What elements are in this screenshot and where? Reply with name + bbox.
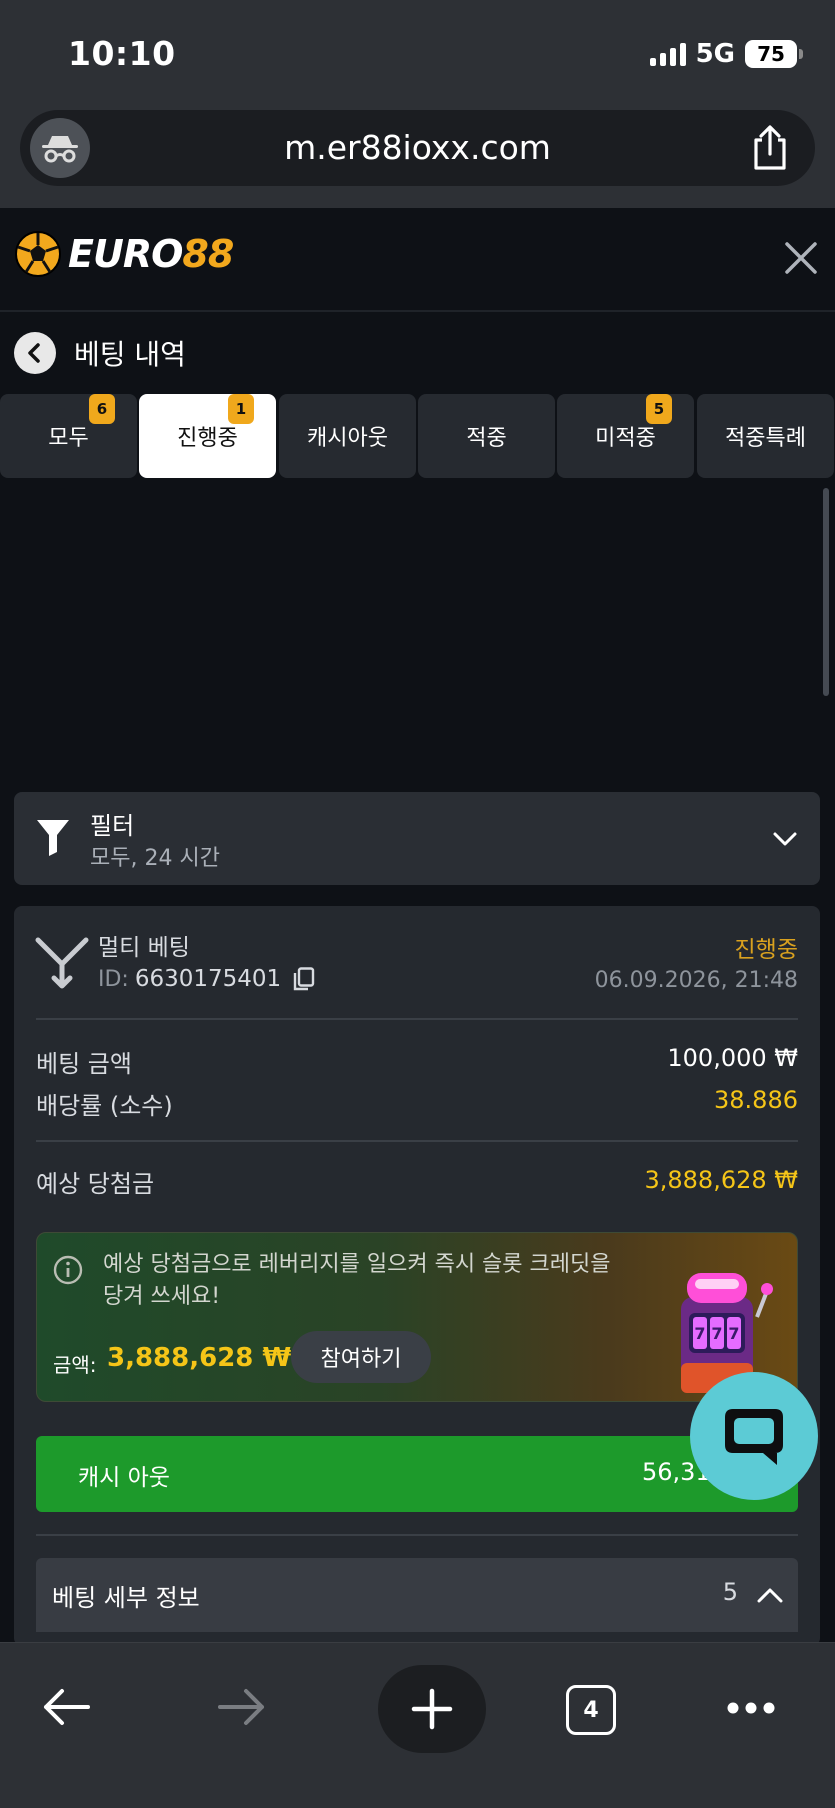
divider	[36, 1534, 798, 1536]
stake-label: 베팅 금액	[36, 1050, 132, 1078]
filter-value: 모두, 24 시간	[90, 846, 220, 871]
funnel-icon	[37, 820, 69, 856]
close-icon[interactable]	[781, 238, 821, 278]
arrow-left-icon[interactable]	[40, 1685, 92, 1729]
tab-count: 4	[583, 1697, 599, 1723]
chat-bubble-icon	[725, 1409, 783, 1465]
chevron-up-icon	[757, 1588, 783, 1603]
bet-id-label: ID:	[98, 966, 129, 992]
tab-in-progress[interactable]: 진행중 1	[139, 394, 276, 478]
battery-level: 75	[757, 42, 785, 66]
cashout-label: 캐시 아웃	[78, 1465, 170, 1491]
bet-id-row: ID: 6630175401	[98, 966, 315, 992]
battery-icon: 75	[745, 40, 803, 68]
bet-card: 멀티 베팅 ID: 6630175401 진행중 06.09.2026, 21:…	[14, 906, 820, 1646]
live-chat-button[interactable]	[690, 1372, 818, 1500]
more-icon[interactable]	[726, 1701, 776, 1715]
cashout-button[interactable]: 캐시 아웃 56,31	[36, 1436, 798, 1512]
tab-label: 캐시아웃	[307, 426, 388, 451]
bet-details-toggle[interactable]: 베팅 세부 정보 5	[36, 1558, 798, 1632]
status-indicators: 5G 75	[649, 38, 803, 70]
back-button[interactable]	[14, 332, 56, 374]
tab-label: 모두	[48, 426, 89, 451]
url-text[interactable]: m.er88ioxx.com	[20, 128, 815, 167]
euro88-logo[interactable]: EURO88	[14, 230, 234, 278]
tab-label: 미적중	[595, 426, 656, 451]
payout-label: 예상 당첨금	[36, 1170, 155, 1198]
filter-title: 필터	[90, 812, 135, 840]
tab-cashout[interactable]: 캐시아웃	[279, 394, 416, 478]
tab-lost[interactable]: 미적중 5	[557, 394, 694, 478]
copy-icon[interactable]	[293, 967, 315, 991]
bet-status-tabs: 모두 6 진행중 1 캐시아웃 적중 미적중 5 적중특례	[0, 394, 835, 480]
divider	[36, 1140, 798, 1142]
chevron-down-icon	[773, 832, 797, 846]
tab-label: 진행중	[177, 426, 238, 451]
details-title: 베팅 세부 정보	[52, 1584, 200, 1612]
join-button[interactable]: 참여하기	[291, 1331, 431, 1383]
page-title: 베팅 내역	[74, 338, 186, 371]
slot-credit-promo: 예상 당첨금으로 레버리지를 일으켜 즉시 슬롯 크레딧을 당겨 쓰세요! 금액…	[36, 1232, 798, 1402]
network-type: 5G	[695, 39, 735, 69]
tab-count-badge: 6	[89, 394, 115, 424]
filter-dropdown[interactable]: 필터 모두, 24 시간	[14, 792, 820, 885]
new-tab-button[interactable]	[378, 1665, 486, 1753]
tab-won[interactable]: 적중	[418, 394, 555, 478]
odds-value: 38.886	[714, 1086, 798, 1114]
arrow-right-icon[interactable]	[216, 1685, 268, 1729]
tab-label: 적중	[466, 426, 507, 451]
bet-type: 멀티 베팅	[98, 935, 190, 961]
svg-text:7: 7	[728, 1324, 739, 1343]
chevron-left-icon	[28, 343, 40, 363]
bet-datetime: 06.09.2026, 21:48	[594, 968, 798, 993]
payout-value: 3,888,628 ₩	[644, 1166, 798, 1194]
status-time: 10:10	[68, 34, 176, 73]
promo-amount-label: 금액:	[53, 1353, 97, 1377]
tab-all[interactable]: 모두 6	[0, 394, 137, 478]
url-bar[interactable]: m.er88ioxx.com	[20, 110, 815, 186]
svg-text:7: 7	[694, 1324, 705, 1343]
info-icon	[53, 1255, 83, 1285]
odds-label: 배당률 (소수)	[36, 1092, 173, 1120]
tab-count-badge: 5	[646, 394, 672, 424]
multi-bet-icon	[35, 937, 89, 989]
browser-toolbar: 4	[0, 1642, 835, 1808]
bet-status: 진행중	[734, 937, 798, 963]
details-count: 5	[722, 1578, 738, 1606]
scrollbar[interactable]	[823, 488, 829, 696]
tab-count-badge: 1	[228, 394, 254, 424]
tab-special-win[interactable]: 적중특례	[697, 394, 834, 478]
tab-label: 적중특례	[725, 426, 806, 451]
promo-amount: 3,888,628 ₩	[107, 1343, 292, 1373]
promo-text: 예상 당첨금으로 레버리지를 일으켜 즉시 슬롯 크레딧을 당겨 쓰세요!	[103, 1252, 611, 1309]
signal-icon	[649, 42, 686, 66]
soccer-ball-icon	[15, 231, 61, 277]
tabs-button[interactable]: 4	[566, 1685, 616, 1735]
plus-icon	[411, 1688, 453, 1730]
bet-id-value: 6630175401	[134, 966, 282, 992]
stake-value: 100,000 ₩	[667, 1044, 798, 1072]
share-icon[interactable]	[747, 124, 793, 172]
divider	[36, 1018, 798, 1020]
browser-top-bar: 10:10 5G 75 m.er88ioxx.com	[0, 0, 835, 208]
logo-text: EURO88	[68, 232, 234, 276]
svg-text:7: 7	[711, 1324, 722, 1343]
site-header: EURO88	[0, 208, 835, 312]
